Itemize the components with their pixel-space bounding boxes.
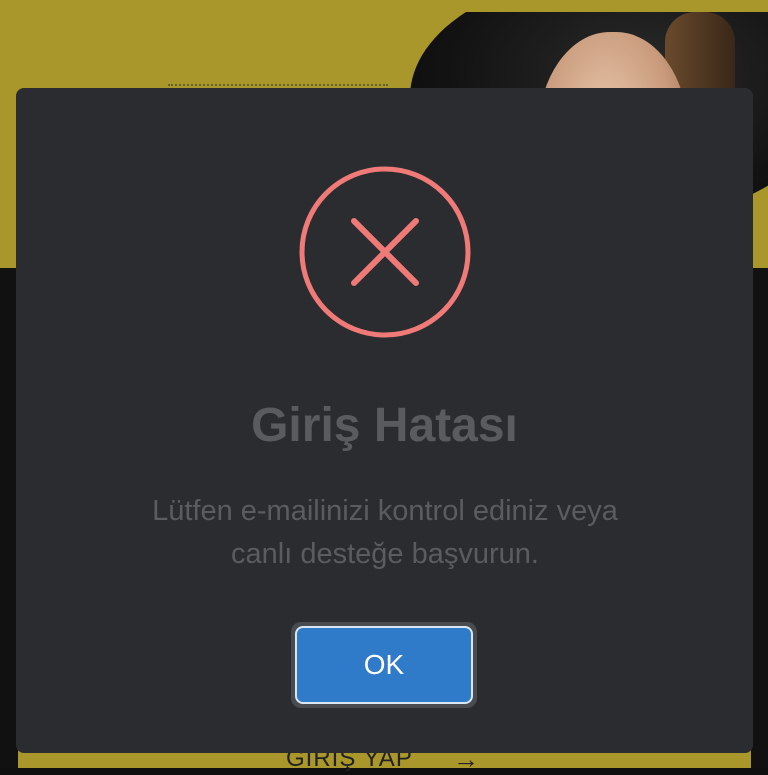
dialog-title: Giriş Hatası [251, 399, 518, 452]
ok-button-label[interactable]: OK [295, 626, 473, 704]
error-x-circle-icon [299, 166, 471, 338]
dialog-message: Lütfen e-mailinizi kontrol ediniz veya c… [152, 495, 618, 570]
ok-button[interactable]: OK [291, 622, 477, 708]
